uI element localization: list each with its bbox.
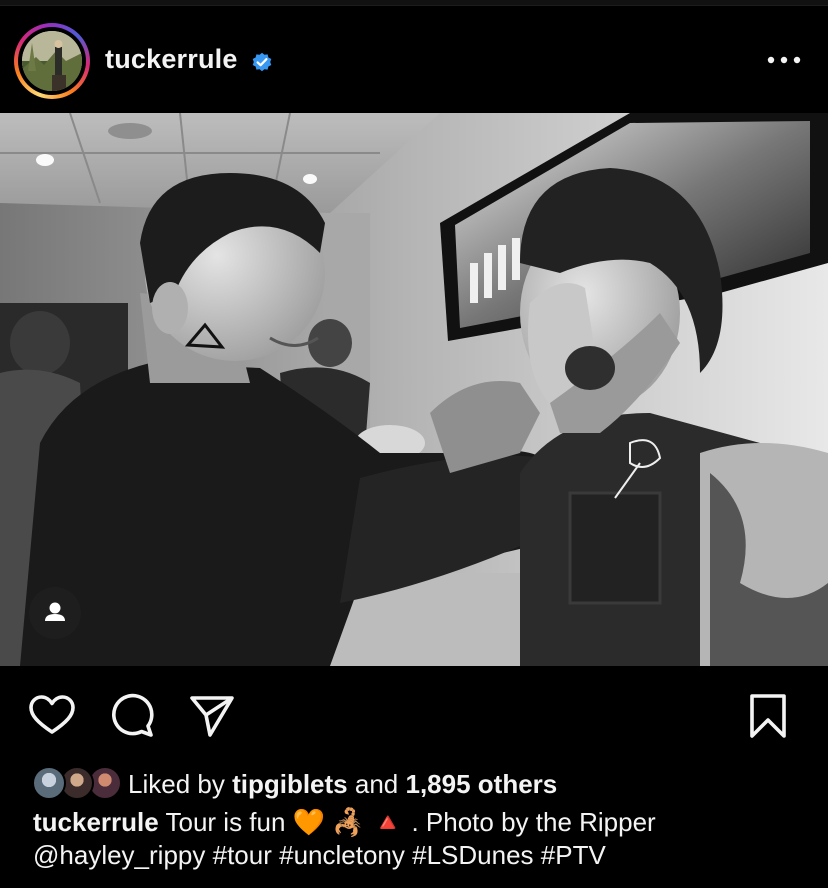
caption-mention[interactable]: @hayley_rippy: [33, 840, 205, 870]
likes-count[interactable]: 1,895 others: [406, 769, 558, 799]
post-photo[interactable]: [0, 113, 828, 666]
hashtag[interactable]: #PTV: [541, 840, 606, 870]
post-username[interactable]: tuckerrule: [105, 44, 238, 75]
heart-icon[interactable]: [27, 691, 77, 741]
post-caption: tuckerrule Tour is fun 🧡 🦂 🔺 . Photo by …: [33, 806, 813, 872]
comment-icon[interactable]: [107, 691, 157, 741]
hashtag[interactable]: #tour: [213, 840, 272, 870]
caption-username[interactable]: tuckerrule: [33, 807, 159, 837]
send-icon[interactable]: [187, 691, 237, 741]
more-options-icon[interactable]: [762, 48, 806, 72]
tagged-people-button[interactable]: [29, 587, 81, 639]
likes-conjunction: and: [354, 769, 399, 799]
avatar[interactable]: [14, 23, 90, 99]
liker-username[interactable]: tipgiblets: [232, 769, 348, 799]
likes-text: Liked by tipgiblets and 1,895 others: [128, 769, 557, 800]
post-header: tuckerrule: [0, 6, 828, 113]
verified-badge-icon: [252, 52, 272, 72]
likes-prefix: Liked by: [128, 769, 225, 799]
hashtag[interactable]: #LSDunes: [412, 840, 533, 870]
hashtag[interactable]: #uncletony: [279, 840, 405, 870]
liker-avatar: [32, 766, 66, 800]
likes-row[interactable]: Liked by tipgiblets and 1,895 others: [0, 762, 828, 804]
caption-text: Tour is fun 🧡 🦂 🔺 . Photo by the Ripper: [165, 807, 656, 837]
action-bar: [0, 666, 828, 762]
bookmark-icon[interactable]: [743, 691, 793, 741]
person-tag-icon: [45, 602, 65, 621]
